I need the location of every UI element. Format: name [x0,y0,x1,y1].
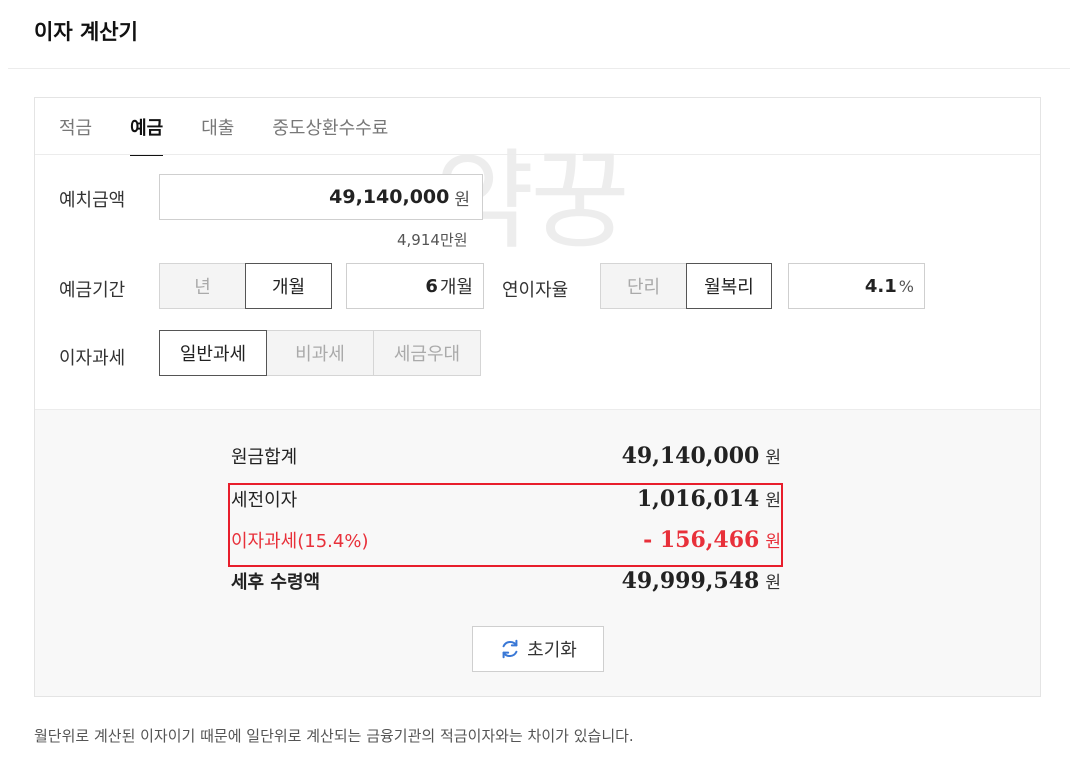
refresh-icon [502,639,518,659]
interest-type-toggle: 단리 월복리 [600,263,772,309]
after-tax-amount-unit: 원 [765,573,781,593]
deposit-amount-korean: 4,914만원 [397,231,468,249]
general-tax-button[interactable]: 일반과세 [159,330,267,376]
interest-tax-result-label: 이자과세(15.4%) [231,531,369,552]
period-unit-toggle: 년 개월 [159,263,332,309]
tab-prepayment-fee[interactable]: 중도상환수수료 [272,114,388,154]
period-unit-year-button[interactable]: 년 [159,263,246,309]
tax-type-toggle: 일반과세 비과세 세금우대 [159,330,481,376]
reset-button-label: 초기화 [527,640,577,661]
calculator-panel: 약꿍 적금 예금 대출 중도상환수수료 예치금액 49,140,000 원 4,… [34,97,1041,697]
principal-total-unit: 원 [765,448,781,468]
deposit-period-unit: 개월 [439,277,473,298]
title-divider [8,68,1070,69]
deposit-amount-input[interactable]: 49,140,000 원 [159,174,483,220]
deposit-amount-value: 49,140,000 [329,186,450,208]
pretax-interest-label: 세전이자 [231,490,298,511]
deposit-amount-unit: 원 [454,189,470,210]
interest-rate-unit: % [898,276,914,296]
period-unit-month-button[interactable]: 개월 [245,263,332,309]
interest-rate-value: 4.1 [864,275,897,297]
deposit-period-label: 예금기간 [59,280,126,301]
principal-total-label: 원금합계 [231,447,298,468]
pretax-interest-value: 1,016,014 [636,486,760,512]
deposit-amount-label: 예치금액 [59,190,126,211]
footnote: 월단위로 계산된 이자이기 때문에 일단위로 계산되는 금융기관의 적금이자와는… [34,727,634,745]
interest-tax-result-value: - 156,466 [643,527,760,553]
reset-button[interactable]: 초기화 [472,626,604,672]
tax-preferential-button[interactable]: 세금우대 [373,330,481,376]
tax-free-button[interactable]: 비과세 [266,330,374,376]
interest-rate-input[interactable]: 4.1 % [788,263,925,309]
result-area: 원금합계 49,140,000 원 세전이자 1,016,014 원 이자과세(15… [35,409,1040,696]
tab-installment-savings[interactable]: 적금 [59,114,92,154]
simple-interest-button[interactable]: 단리 [600,263,687,309]
after-tax-amount-value: 49,999,548 [621,568,760,594]
result-pretax-interest-row: 세전이자 1,016,014 원 [231,483,781,515]
tabs-divider [35,154,1040,155]
principal-total-value: 49,140,000 [621,443,760,469]
pretax-interest-unit: 원 [765,491,781,511]
page-title: 이자 계산기 [34,20,138,44]
result-principal-row: 원금합계 49,140,000 원 [231,440,781,472]
tab-loan[interactable]: 대출 [201,114,234,154]
interest-tax-label: 이자과세 [59,348,126,369]
after-tax-amount-label: 세후 수령액 [231,572,321,593]
monthly-compound-button[interactable]: 월복리 [686,263,772,309]
deposit-period-input[interactable]: 6 개월 [346,263,484,309]
result-interest-tax-row: 이자과세(15.4%) - 156,466 원 [231,524,781,556]
interest-tax-result-unit: 원 [765,532,781,552]
result-after-tax-row: 세후 수령액 49,999,548 원 [231,565,781,597]
interest-rate-label: 연이자율 [502,280,569,301]
calculator-tabs: 적금 예금 대출 중도상환수수료 [59,114,426,156]
tab-deposit[interactable]: 예금 [130,114,164,156]
deposit-period-value: 6 [425,275,438,297]
